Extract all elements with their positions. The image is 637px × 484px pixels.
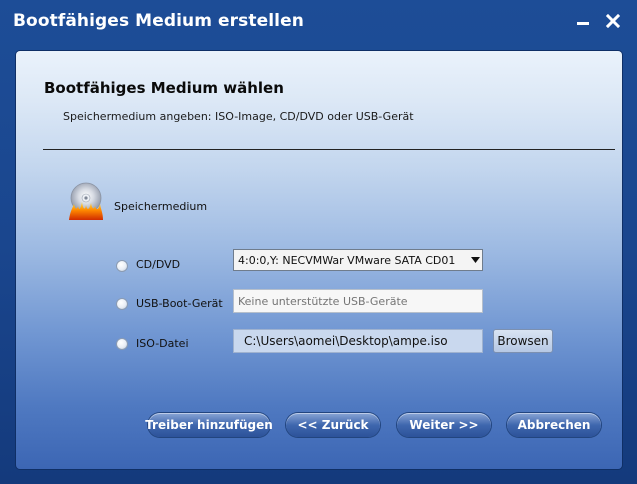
next-button[interactable]: Weiter >> [397,413,491,437]
content-panel: Bootfähiges Medium wählen Speichermedium… [16,51,622,469]
page-subheading: Speichermedium angeben: ISO-Image, CD/DV… [63,110,414,123]
minimize-icon [577,22,589,25]
cd-dvd-radio[interactable] [116,260,128,272]
cd-dvd-selected-value: 4:0:0,Y: NECVMWar VMware SATA CD01 [238,253,456,267]
cancel-button[interactable]: Abbrechen [507,413,601,437]
minimize-button[interactable] [572,10,594,32]
media-label: Speichermedium [114,200,208,213]
iso-path-input[interactable] [233,329,483,353]
iso-file-label: ISO-Datei [136,337,189,350]
header-divider [43,149,615,150]
usb-boot-radio[interactable] [116,298,128,310]
add-driver-button[interactable]: Treiber hinzufügen [145,413,273,437]
browse-button[interactable]: Browsen [493,329,553,353]
cd-dvd-label: CD/DVD [136,258,181,271]
usb-boot-label: USB-Boot-Gerät [136,297,223,310]
cd-dvd-drive-select[interactable]: 4:0:0,Y: NECVMWar VMware SATA CD01 [233,249,483,271]
burning-disc-icon [69,182,103,220]
back-button[interactable]: << Zurück [286,413,380,437]
page-heading: Bootfähiges Medium wählen [44,79,284,97]
window-title: Bootfähiges Medium erstellen [13,11,304,31]
close-button[interactable] [602,10,624,32]
iso-file-radio[interactable] [116,338,128,350]
close-icon [606,14,620,28]
dialog-window: Bootfähiges Medium erstellen Bootfähiges… [0,0,637,484]
dropdown-arrow-icon [468,250,482,270]
usb-device-field[interactable] [233,289,483,313]
